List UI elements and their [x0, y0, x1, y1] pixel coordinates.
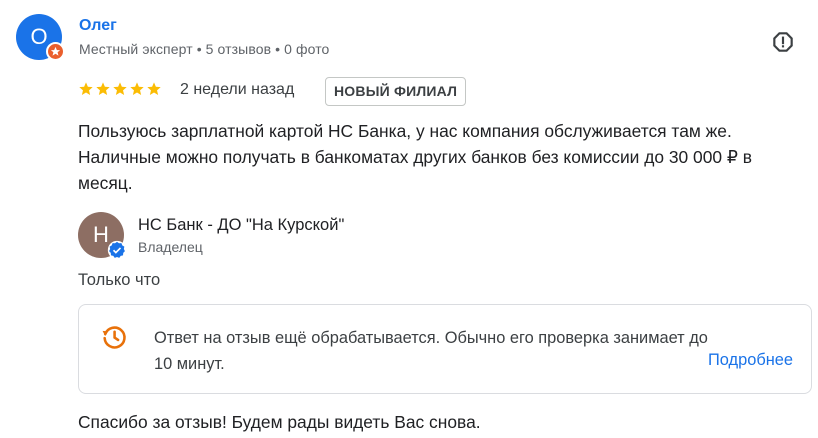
- star-icon: [79, 82, 93, 95]
- local-guide-icon: [46, 42, 65, 61]
- owner-role: Владелец: [138, 239, 203, 255]
- author-meta: Местный эксперт • 5 отзывов • 0 фото: [79, 41, 330, 57]
- star-icon: [147, 82, 161, 95]
- star-rating: [78, 81, 162, 97]
- reply-time: Только что: [78, 271, 161, 289]
- star-icon: [96, 82, 110, 95]
- pending-reply-notice: Ответ на отзыв ещё обрабатывается. Обычн…: [78, 304, 812, 394]
- owner-name[interactable]: НС Банк - ДО "На Курской": [138, 216, 344, 235]
- author-name[interactable]: Олег: [79, 17, 117, 35]
- report-flag-icon: [773, 32, 793, 52]
- more-info-link[interactable]: Подробнее: [708, 351, 793, 370]
- star-icon: [113, 82, 127, 95]
- owner-reply-text: Спасибо за отзыв! Будем рады видеть Вас …: [78, 412, 481, 432]
- author-avatar[interactable]: О: [16, 14, 65, 61]
- review-text: Пользуюсь зарплатной картой НС Банка, у …: [78, 121, 753, 193]
- clock-history-icon: [102, 326, 126, 349]
- report-review-button[interactable]: [768, 27, 798, 57]
- pending-notice-text: Ответ на отзыв ещё обрабатывается. Обычн…: [154, 329, 708, 373]
- star-icon: [130, 82, 144, 95]
- review-date: 2 недели назад: [180, 81, 295, 98]
- verified-check-icon: [107, 240, 127, 260]
- review-card: О Олег Местный эксперт • 5 отзывов • 0 ф…: [0, 0, 818, 438]
- new-branch-badge: НОВЫЙ ФИЛИАЛ: [325, 77, 467, 106]
- owner-avatar[interactable]: Н: [78, 212, 127, 260]
